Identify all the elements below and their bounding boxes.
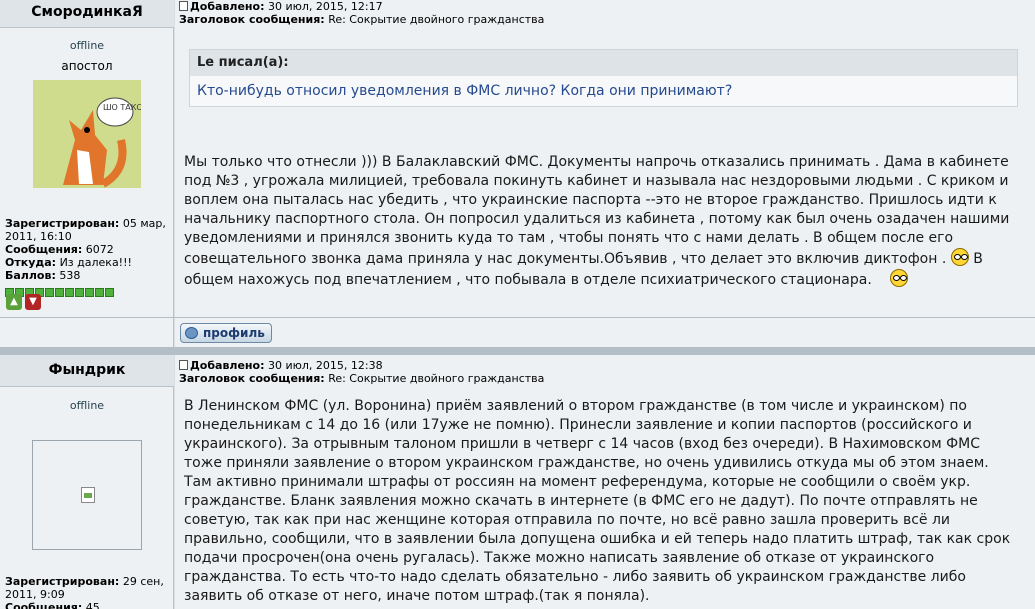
from-label: Откуда: bbox=[5, 256, 57, 269]
subject-value: Re: Сокрытие двойного гражданства bbox=[328, 372, 545, 385]
author-name[interactable]: СмородинкаЯ bbox=[0, 0, 174, 28]
post-message: Мы только что отнесли ))) В Балаклавский… bbox=[184, 153, 1018, 290]
subject-value: Re: Сокрытие двойного гражданства bbox=[328, 13, 545, 26]
added-value: 30 июл, 2015, 12:17 bbox=[268, 0, 383, 13]
thumbs-down-icon[interactable]: ▼ bbox=[25, 294, 41, 310]
registered-label: Зарегистрирован: bbox=[5, 217, 120, 230]
user-rank: апостол bbox=[61, 59, 113, 73]
messages-value: 45 bbox=[85, 601, 100, 609]
post-2: Фындрик offline Добавлено: 30 июл, 2015,… bbox=[0, 355, 1035, 609]
user-info: Зарегистрирован: 05 мар, 2011, 16:10 Соо… bbox=[5, 217, 173, 282]
added-label: Добавлено: bbox=[190, 0, 265, 13]
reputation-bar bbox=[5, 282, 115, 297]
avatar-speech-text: ШО ТАКОЭ? bbox=[103, 103, 141, 112]
author-name[interactable]: Фындрик bbox=[0, 355, 174, 387]
messages-label: Сообщения: bbox=[5, 601, 83, 609]
message-text: Мы только что отнесли ))) В Балаклавский… bbox=[184, 154, 1010, 267]
points-value: 538 bbox=[59, 269, 81, 282]
post-icon[interactable] bbox=[179, 1, 188, 11]
messages-label: Сообщения: bbox=[5, 243, 83, 256]
from-value: Из далека!!! bbox=[59, 256, 132, 269]
nerd-smiley-icon bbox=[950, 248, 969, 266]
avatar: ШО ТАКОЭ? bbox=[33, 80, 141, 188]
post-1: СмородинкаЯ offline апостол ШО ТАКОЭ? За… bbox=[0, 0, 1035, 347]
online-status: offline bbox=[69, 39, 105, 52]
broken-image-icon bbox=[81, 487, 95, 503]
messages-value: 6072 bbox=[85, 243, 114, 256]
subject-label: Заголовок сообщения: bbox=[179, 13, 325, 26]
row-divider bbox=[0, 317, 1035, 318]
profile-button[interactable]: профиль bbox=[180, 323, 272, 343]
profile-icon bbox=[185, 327, 198, 339]
quote-block: Le писал(а): Кто-нибудь относил уведомле… bbox=[189, 49, 1018, 107]
post-icon[interactable] bbox=[179, 360, 188, 370]
added-value: 30 июл, 2015, 12:38 bbox=[268, 359, 383, 372]
post-separator bbox=[0, 347, 1035, 355]
confused-smiley-icon bbox=[890, 269, 909, 287]
points-label: Баллов: bbox=[5, 269, 56, 282]
message-text: В Ленинском ФМС (ул. Воронина) приём зая… bbox=[184, 398, 1011, 604]
thumbs-up-icon[interactable]: ▲ bbox=[6, 294, 22, 310]
registered-label: Зарегистрирован: bbox=[5, 575, 120, 588]
added-label: Добавлено: bbox=[190, 359, 265, 372]
quote-text: Кто-нибудь относил уведомления в ФМС лич… bbox=[197, 83, 733, 99]
subject-label: Заголовок сообщения: bbox=[179, 372, 325, 385]
profile-label: профиль bbox=[203, 326, 265, 340]
online-status: offline bbox=[69, 399, 105, 412]
quote-author: Le писал(а): bbox=[190, 50, 1017, 76]
fox-avatar-icon: ШО ТАКОЭ? bbox=[33, 80, 141, 188]
post-meta: Добавлено: 30 июл, 2015, 12:38 Заголовок… bbox=[179, 359, 544, 385]
post-message: В Ленинском ФМС (ул. Воронина) приём зая… bbox=[184, 397, 1018, 606]
user-info: Зарегистрирован: 29 сен, 2011, 9:09 Сооб… bbox=[5, 575, 173, 609]
avatar bbox=[32, 440, 142, 550]
post-meta: Добавлено: 30 июл, 2015, 12:17 Заголовок… bbox=[179, 0, 544, 26]
